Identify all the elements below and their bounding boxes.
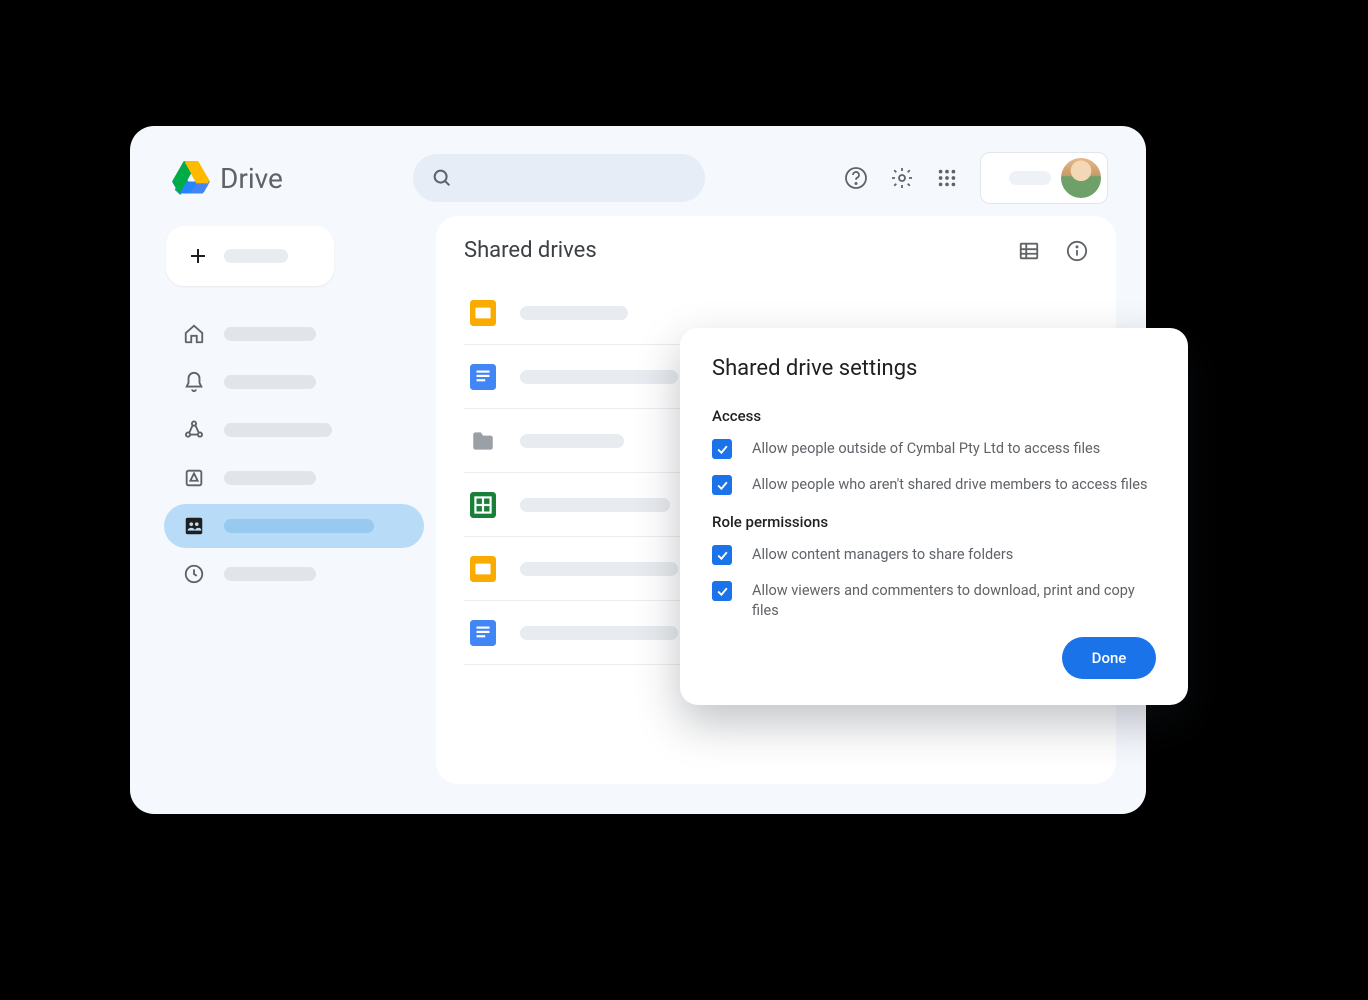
clock-icon <box>182 562 206 586</box>
checkbox[interactable] <box>712 439 732 459</box>
bell-icon <box>182 370 206 394</box>
dialog-section-title: Role permissions <box>712 513 1156 531</box>
done-button[interactable]: Done <box>1062 637 1156 679</box>
checkbox[interactable] <box>712 545 732 565</box>
header-icons <box>844 152 1108 204</box>
shared-icon <box>182 514 206 538</box>
option-label: Allow people outside of Cymbal Pty Ltd t… <box>752 439 1100 459</box>
page-title: Shared drives <box>464 238 597 263</box>
option-label: Allow people who aren't shared drive mem… <box>752 475 1147 495</box>
drive-logo-icon <box>172 161 210 195</box>
sidebar-item-drive[interactable] <box>164 456 424 500</box>
sidebar-item-shared[interactable] <box>164 504 424 548</box>
dialog-section-title: Access <box>712 407 1156 425</box>
sidebar-item-share[interactable] <box>164 408 424 452</box>
new-button[interactable] <box>166 226 334 286</box>
docs-file-icon <box>470 364 496 390</box>
sidebar-item-home[interactable] <box>164 312 424 356</box>
placeholder <box>224 327 316 341</box>
placeholder <box>224 519 374 533</box>
placeholder <box>520 434 624 448</box>
dialog-title: Shared drive settings <box>712 356 1156 381</box>
shared-drive-settings-dialog: Shared drive settings Access Allow people… <box>680 328 1188 705</box>
checkbox[interactable] <box>712 475 732 495</box>
avatar[interactable] <box>1061 158 1101 198</box>
sheets-file-icon <box>470 492 496 518</box>
header: Drive <box>130 126 1146 216</box>
option-label: Allow content managers to share folders <box>752 545 1013 565</box>
settings-icon[interactable] <box>890 166 914 190</box>
info-icon[interactable] <box>1066 240 1088 262</box>
placeholder <box>224 567 316 581</box>
account-switcher[interactable] <box>980 152 1108 204</box>
app-logo[interactable]: Drive <box>172 161 283 195</box>
folder-file-icon <box>470 428 496 454</box>
placeholder <box>224 375 316 389</box>
placeholder <box>224 249 288 263</box>
docs-file-icon <box>470 620 496 646</box>
placeholder <box>520 306 628 320</box>
share-icon <box>182 418 206 442</box>
drive-icon <box>182 466 206 490</box>
search-icon <box>431 167 453 189</box>
placeholder <box>520 370 678 384</box>
placeholder <box>224 423 332 437</box>
settings-option: Allow people who aren't shared drive mem… <box>712 475 1156 495</box>
home-icon <box>182 322 206 346</box>
placeholder <box>1009 171 1051 185</box>
settings-option: Allow people outside of Cymbal Pty Ltd t… <box>712 439 1156 459</box>
search-input[interactable] <box>413 154 705 202</box>
list-view-icon[interactable] <box>1018 240 1040 262</box>
checkbox[interactable] <box>712 581 732 601</box>
sidebar-item-bell[interactable] <box>164 360 424 404</box>
placeholder <box>520 626 678 640</box>
plus-icon <box>186 244 210 268</box>
option-label: Allow viewers and commenters to download… <box>752 581 1156 621</box>
apps-icon[interactable] <box>936 167 958 189</box>
sidebar <box>160 216 428 784</box>
help-icon[interactable] <box>844 166 868 190</box>
placeholder <box>224 471 316 485</box>
sidebar-item-clock[interactable] <box>164 552 424 596</box>
placeholder <box>520 562 678 576</box>
placeholder <box>520 498 670 512</box>
slides-file-icon <box>470 556 496 582</box>
settings-option: Allow viewers and commenters to download… <box>712 581 1156 621</box>
slides-file-icon <box>470 300 496 326</box>
app-title: Drive <box>220 162 283 195</box>
settings-option: Allow content managers to share folders <box>712 545 1156 565</box>
